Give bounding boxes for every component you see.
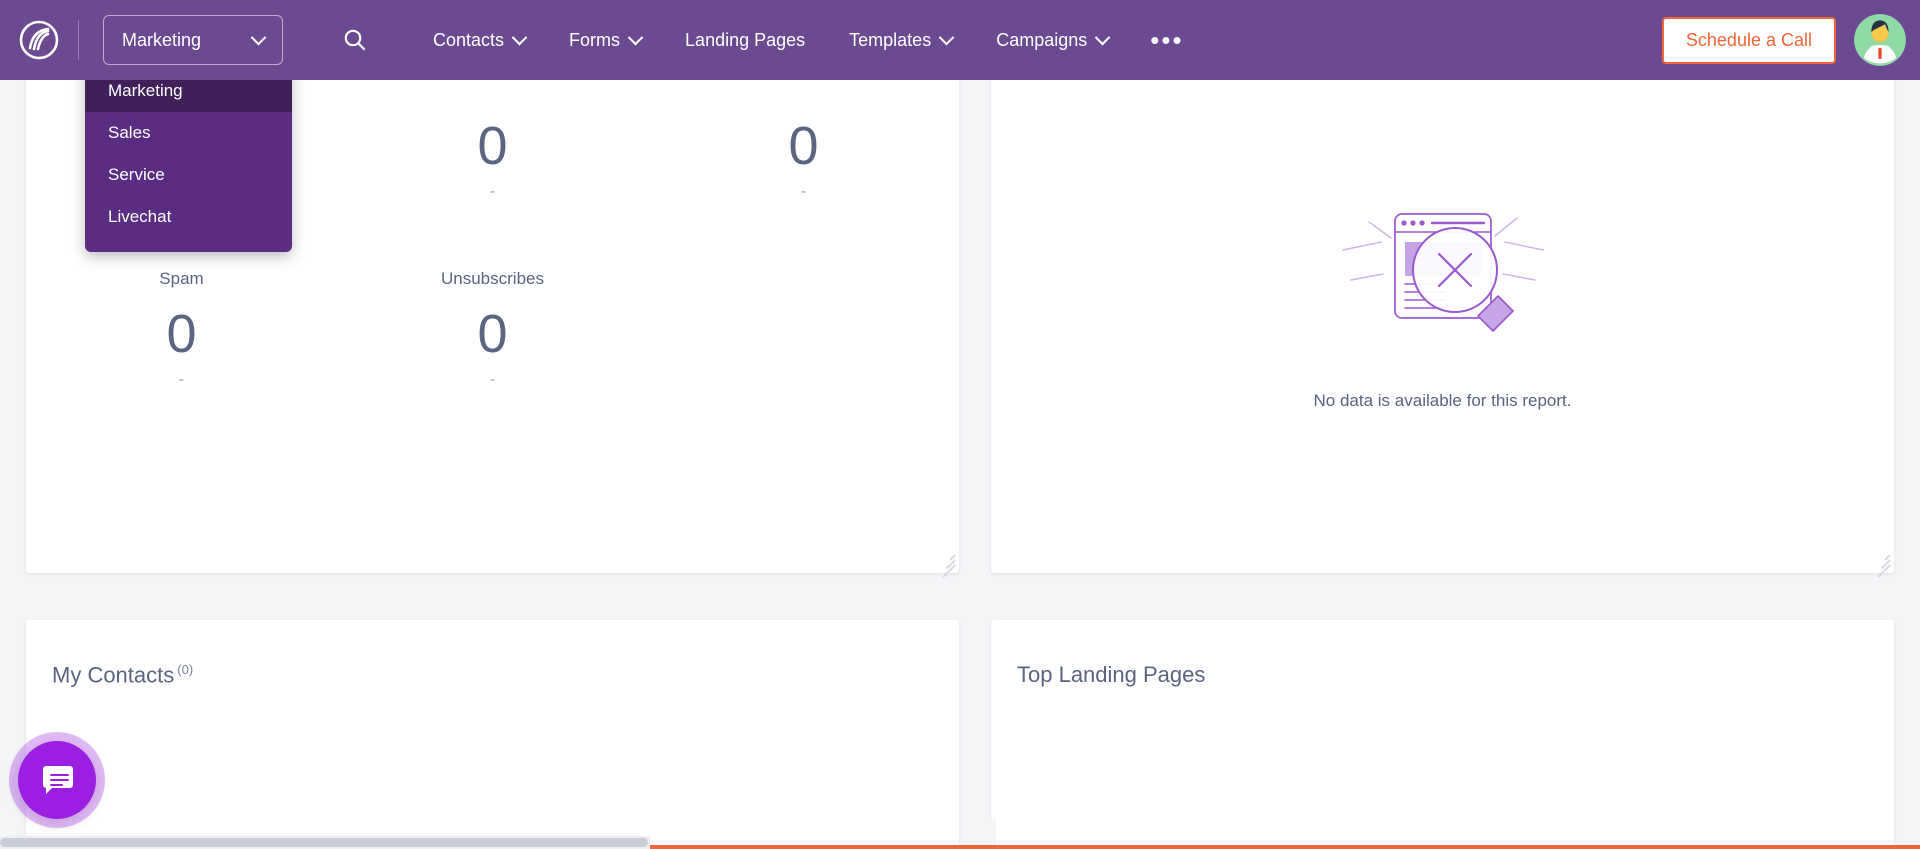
stat-sub: -: [490, 183, 495, 200]
dropdown-item-livechat[interactable]: Livechat: [85, 196, 292, 238]
app-switcher-dropdown: Marketing Sales Service Livechat: [85, 62, 292, 252]
top-landing-pages-card: Top Landing Pages: [991, 620, 1894, 849]
stat-cell: [648, 255, 959, 409]
dropdown-item-service[interactable]: Service: [85, 154, 292, 196]
brand-logo[interactable]: [0, 0, 78, 80]
chevron-down-icon: [514, 30, 525, 51]
stat-value: 0: [788, 116, 819, 176]
user-avatar[interactable]: [1854, 14, 1906, 66]
chevron-down-icon: [1097, 30, 1108, 51]
app-switcher-label: Marketing: [122, 29, 202, 50]
nav-item-label: Templates: [849, 29, 932, 50]
my-contacts-card: My Contacts (0): [26, 620, 959, 849]
nav-item-landing-pages[interactable]: Landing Pages: [663, 10, 827, 70]
nav-item-templates[interactable]: Templates: [827, 10, 974, 70]
nav-divider: [78, 20, 79, 60]
search-icon[interactable]: [325, 10, 385, 70]
primary-nav-items: Contacts Forms Landing Pages Templates C…: [411, 10, 1204, 70]
dropdown-item-label: Sales: [108, 123, 151, 142]
dropdown-item-label: Service: [108, 165, 165, 184]
report-empty-state: No data is available for this report.: [991, 80, 1894, 573]
dropdown-item-label: Marketing: [108, 81, 183, 100]
card-title-text: Top Landing Pages: [1017, 662, 1206, 687]
top-navigation-bar: Marketing Contacts Forms Landing Pages T…: [0, 0, 1920, 80]
chevron-down-icon: [253, 30, 264, 51]
dropdown-item-sales[interactable]: Sales: [85, 112, 292, 154]
nav-item-campaigns[interactable]: Campaigns: [974, 10, 1130, 70]
nav-item-label: Contacts: [433, 29, 505, 50]
stat-sub: -: [490, 371, 495, 388]
app-switcher-button[interactable]: Marketing: [103, 15, 283, 65]
report-card: No data is available for this report.: [991, 80, 1894, 578]
stat-value: 0: [477, 116, 508, 176]
more-menu-icon[interactable]: •••: [1130, 10, 1203, 70]
card-title-count: (0): [177, 662, 194, 677]
chevron-down-icon: [630, 30, 641, 51]
stat-sub: -: [801, 183, 806, 200]
card-title: My Contacts (0): [26, 620, 959, 688]
nav-item-label: Landing Pages: [685, 29, 806, 50]
stat-sub: -: [179, 371, 184, 388]
stat-cell: 0 -: [648, 105, 959, 255]
card-title: Top Landing Pages: [991, 620, 1894, 688]
stat-label: Unsubscribes: [441, 269, 544, 288]
card-title-text: My Contacts: [52, 662, 175, 688]
more-menu-label: •••: [1150, 24, 1184, 55]
nav-right-cluster: Schedule a Call: [1661, 0, 1920, 80]
schedule-a-call-button[interactable]: Schedule a Call: [1661, 16, 1836, 64]
chat-bubble-icon[interactable]: [18, 741, 96, 819]
card-resize-handle[interactable]: [937, 551, 956, 578]
no-data-message: No data is available for this report.: [1313, 390, 1572, 410]
nav-item-label: Campaigns: [996, 29, 1088, 50]
stat-value: 0: [166, 304, 197, 364]
stat-cell-unsubscribes: Unsubscribes 0 -: [337, 255, 648, 409]
nav-item-contacts[interactable]: Contacts: [411, 10, 547, 70]
dropdown-item-label: Livechat: [108, 207, 172, 226]
stat-label: Spam: [159, 269, 204, 288]
nav-item-label: Forms: [569, 29, 621, 50]
horizontal-scrollbar-thumb[interactable]: [0, 838, 648, 847]
stat-cell-spam: Spam 0 -: [26, 255, 337, 409]
card-resize-handle[interactable]: [1872, 551, 1891, 578]
chevron-down-icon: [941, 30, 952, 51]
dashboard-row-bottom: My Contacts (0) Top Landing Pages: [0, 620, 1920, 849]
bottom-accent-bar: [650, 845, 1920, 849]
no-data-magnifier-icon: [1335, 188, 1551, 343]
stat-value: 0: [477, 304, 508, 364]
stat-cell: 0 -: [337, 105, 648, 255]
nav-item-forms[interactable]: Forms: [547, 10, 663, 70]
